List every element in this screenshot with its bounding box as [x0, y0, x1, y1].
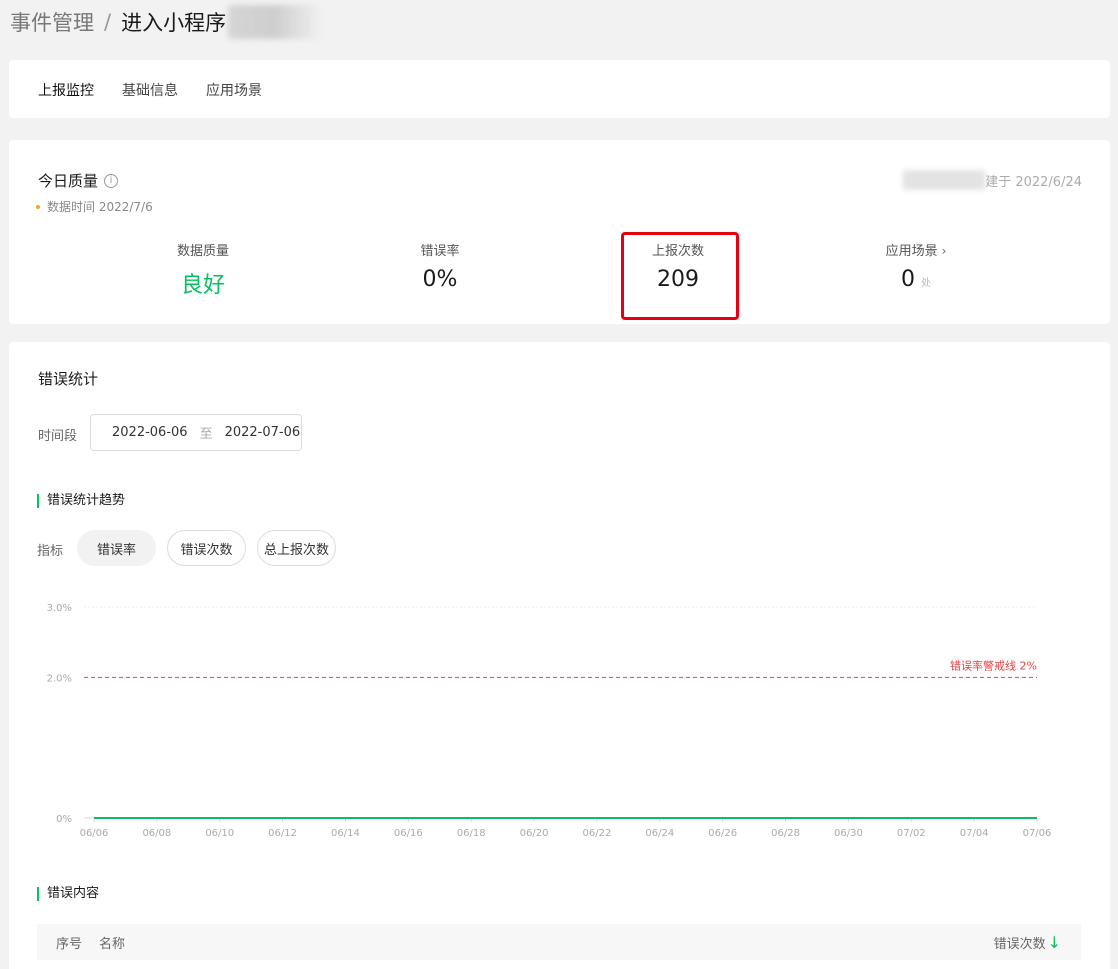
tab-basic-info[interactable]: 基础信息 [122, 80, 178, 100]
y-tick-label: 3.0% [47, 603, 72, 614]
x-tick-label: 07/02 [897, 828, 926, 839]
metric-option-error-rate[interactable]: 错误率 [77, 530, 156, 566]
metric-value: 0处 [816, 267, 1016, 292]
tabs-card: 上报监控 基础信息 应用场景 [9, 60, 1110, 118]
breadcrumb: 事件管理 / 进入小程序 [10, 5, 321, 39]
tab-bar: 上报监控 基础信息 应用场景 [38, 80, 262, 100]
x-tick-label: 06/22 [583, 828, 612, 839]
x-tick-label: 06/14 [331, 828, 360, 839]
x-tick-label: 06/12 [268, 828, 297, 839]
error-stats-title: 错误统计 [38, 370, 99, 388]
metric-value-text: 0 [901, 267, 915, 292]
x-tick-label: 07/04 [960, 828, 989, 839]
metric-value: 良好 [180, 273, 225, 298]
metric-option-total-reports[interactable]: 总上报次数 [257, 530, 336, 566]
today-quality-title-text: 今日质量 [38, 172, 99, 190]
highlight-annotation-box [621, 232, 739, 320]
y-tick-label: 0% [56, 814, 72, 825]
trend-section-title: 错误统计趋势 [37, 494, 125, 508]
x-tick-label: 06/30 [834, 828, 863, 839]
x-tick-label: 06/28 [771, 828, 800, 839]
metric-select-label: 指标 [37, 544, 64, 559]
x-tick-label: 06/20 [520, 828, 549, 839]
redacted-blur [903, 170, 986, 190]
column-name: 名称 [99, 936, 126, 952]
x-tick-label: 06/18 [457, 828, 486, 839]
breadcrumb-current: 进入小程序 [121, 11, 227, 35]
x-tick-label: 06/06 [80, 828, 109, 839]
error-stats-card: 错误统计 时间段 2022-06-06 至 2022-07-06 错误统计趋势 … [9, 342, 1110, 969]
error-trend-chart: 3.0% 2.0% 0% 06/06 06/08 06/10 06/12 06/14 06/16… [47, 603, 1052, 839]
date-start[interactable]: 2022-06-06 [112, 425, 188, 440]
data-time: 数据时间 2022/7/6 [36, 198, 153, 215]
metric-label: 错误率 [420, 244, 460, 259]
bullet-dot-icon [36, 204, 40, 209]
x-tick-label: 06/10 [205, 828, 234, 839]
breadcrumb-separator: / [104, 10, 112, 34]
redacted-blur [228, 5, 321, 39]
created-date-text: 建于 2022/6/24 [985, 174, 1082, 190]
x-tick-label: 06/26 [708, 828, 737, 839]
metric-scenarios[interactable]: 应用场景 › 0处 [816, 240, 1016, 292]
metric-unit: 处 [921, 278, 931, 289]
column-index: 序号 [56, 936, 83, 952]
date-range-picker[interactable]: 2022-06-06 至 2022-07-06 [90, 414, 302, 451]
period-label: 时间段 [38, 429, 78, 444]
date-end[interactable]: 2022-07-06 [225, 425, 301, 440]
x-tick-label: 06/24 [645, 828, 674, 839]
metric-label-text: 应用场景 [885, 244, 938, 259]
metric-value: 0% [422, 267, 458, 292]
metric-label: 数据质量 [176, 244, 229, 259]
sort-down-arrow-icon[interactable]: ↓ [1048, 933, 1061, 952]
metric-option-error-count[interactable]: 错误次数 [167, 530, 246, 566]
metric-label: 应用场景 › [816, 240, 1016, 259]
data-time-text: 数据时间 2022/7/6 [47, 200, 153, 214]
threshold-label: 错误率警戒线 2% [950, 658, 1037, 672]
date-range-separator: 至 [199, 427, 213, 442]
today-quality-title: 今日质量 i [38, 170, 119, 191]
x-tick-label: 07/06 [1023, 828, 1052, 839]
today-quality-card: 今日质量 i 数据时间 2022/7/6 建于 2022/6/24 数据质量 良… [9, 140, 1110, 324]
y-tick-label: 2.0% [47, 673, 72, 684]
column-error-count-label: 错误次数 [993, 936, 1046, 952]
error-table-header: 序号 名称 错误次数 ↓ [37, 924, 1081, 960]
metric-error-rate: 错误率 0% [340, 240, 540, 292]
x-tick-label: 06/08 [142, 828, 171, 839]
chevron-right-icon: › [941, 244, 947, 258]
tab-report-monitor[interactable]: 上报监控 [38, 80, 94, 100]
created-info: 建于 2022/6/24 [903, 170, 1082, 190]
breadcrumb-parent-link[interactable]: 事件管理 [10, 7, 94, 37]
info-icon[interactable]: i [104, 173, 119, 188]
metric-data-quality: 数据质量 良好 [103, 240, 303, 299]
x-tick-label: 06/16 [394, 828, 423, 839]
column-error-count[interactable]: 错误次数 ↓ [994, 933, 1061, 952]
error-content-title: 错误内容 [37, 887, 99, 901]
tab-scenarios[interactable]: 应用场景 [206, 80, 262, 100]
